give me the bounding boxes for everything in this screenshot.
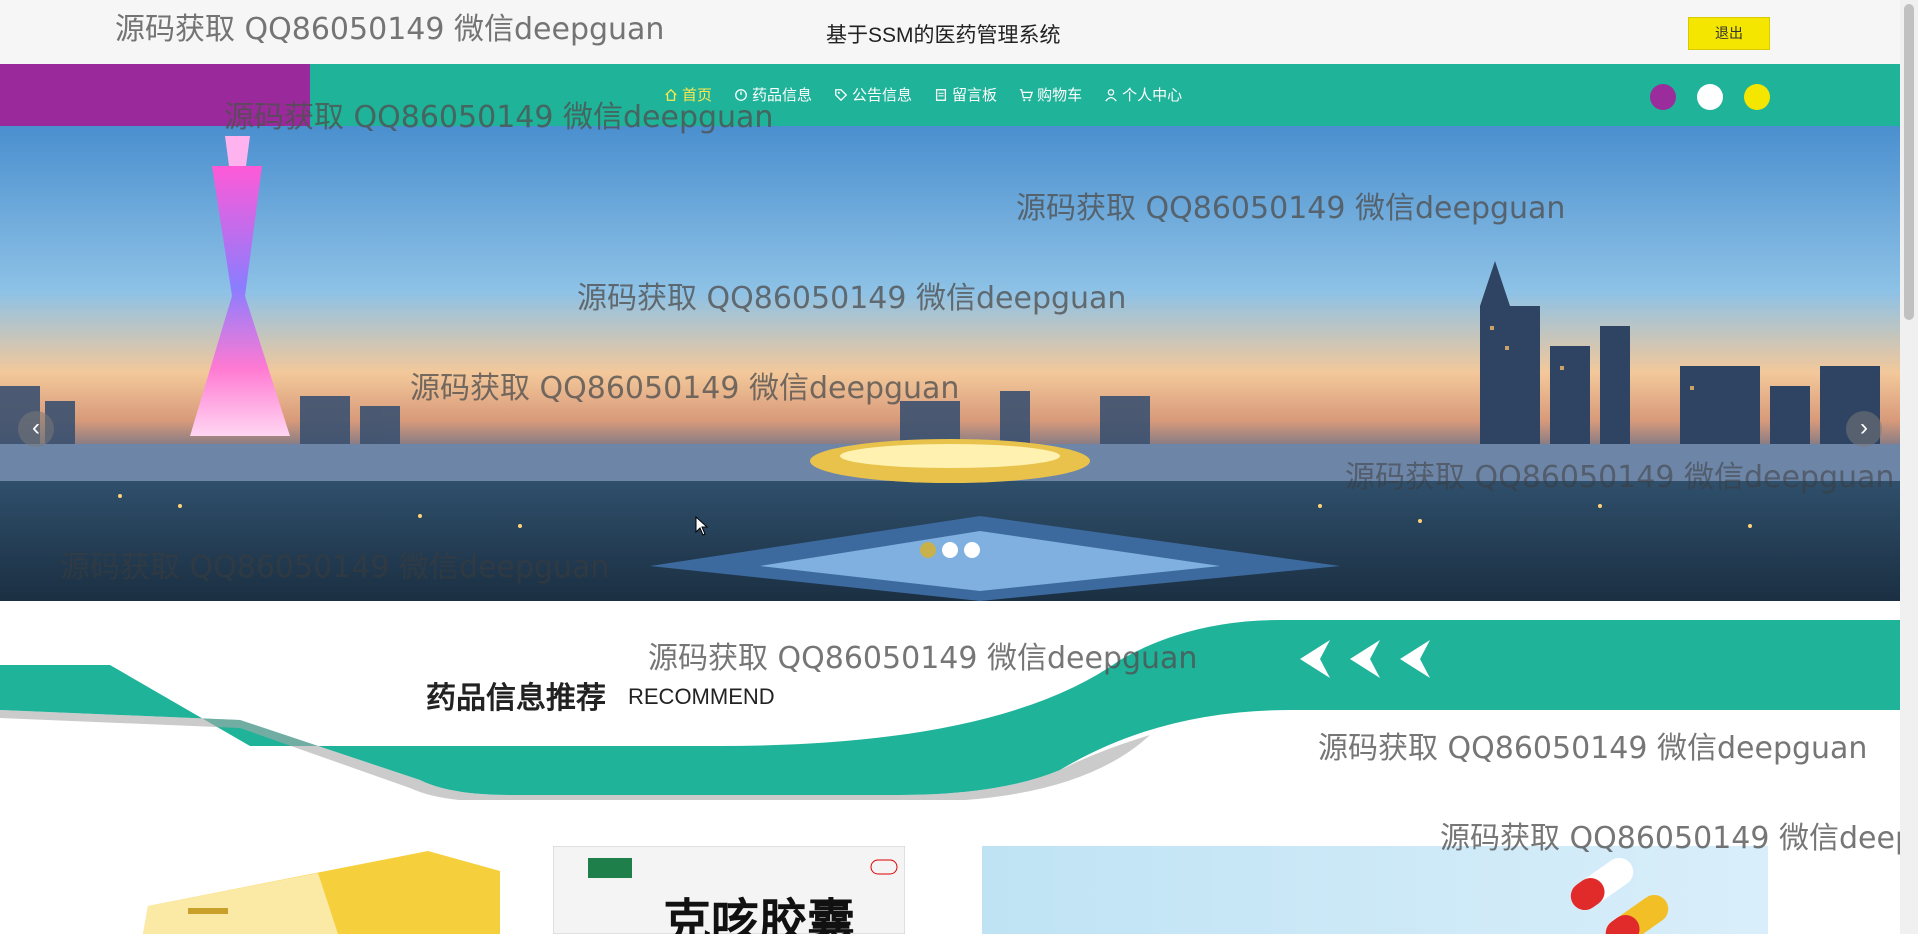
- capsule-pills-image: [982, 846, 1768, 934]
- top-header: 基于SSM的医药管理系统 退出: [0, 0, 1900, 64]
- vertical-scrollbar[interactable]: [1900, 0, 1918, 934]
- nav-item-notice[interactable]: 公告信息: [834, 84, 912, 105]
- nav-item-profile[interactable]: 个人中心: [1104, 84, 1182, 105]
- theme-dot-purple[interactable]: [1650, 84, 1676, 110]
- nav-item-cart[interactable]: 购物车: [1019, 84, 1082, 105]
- recommend-title: 药品信息推荐: [426, 681, 606, 716]
- nav-item-medicine[interactable]: 药品信息: [734, 84, 812, 105]
- scrollbar-thumb[interactable]: [1904, 4, 1914, 320]
- nav-menu: 首页 药品信息 公告信息 留言板 购物车 个人中心: [664, 84, 1204, 105]
- tag-icon: [835, 88, 848, 101]
- nav-item-label: 留言板: [952, 87, 998, 104]
- carousel-dot[interactable]: [920, 542, 936, 558]
- user-icon: [1105, 88, 1117, 102]
- theme-dot-yellow[interactable]: [1744, 84, 1770, 110]
- carousel-indicators: [920, 542, 980, 558]
- recommend-subtitle: RECOMMEND: [628, 684, 775, 709]
- carousel-prev-button[interactable]: ‹: [18, 411, 54, 447]
- mouse-cursor-icon: [695, 516, 709, 536]
- nav-item-label: 公告信息: [852, 87, 913, 104]
- theme-dot-white[interactable]: [1697, 84, 1723, 110]
- carousel-dot[interactable]: [964, 542, 980, 558]
- nav-item-messages[interactable]: 留言板: [934, 84, 997, 105]
- product-card-2[interactable]: 克咳胶囊: [553, 846, 905, 934]
- document-icon: [936, 88, 947, 101]
- site-title: 基于SSM的医药管理系统: [826, 24, 1061, 47]
- home-icon: [665, 88, 677, 101]
- product-name: 克咳胶囊: [663, 894, 856, 934]
- banner-carousel: ‹ ›: [0, 126, 1900, 601]
- carousel-next-button[interactable]: ›: [1846, 411, 1882, 447]
- nav-item-home[interactable]: 首页: [664, 84, 712, 105]
- city-skyline-image: [0, 126, 1900, 601]
- carousel-dot[interactable]: [942, 542, 958, 558]
- product-card-1[interactable]: [128, 846, 500, 934]
- medicine-box-image: [128, 846, 500, 934]
- logout-button[interactable]: 退出: [1688, 17, 1770, 50]
- nav-item-label: 购物车: [1037, 87, 1083, 104]
- nav-item-label: 药品信息: [752, 87, 813, 104]
- product-card-3[interactable]: [982, 846, 1768, 934]
- nav-item-label: 首页: [682, 87, 713, 104]
- clock-icon: [735, 88, 747, 101]
- nav-item-label: 个人中心: [1122, 87, 1183, 104]
- cart-icon: [1019, 88, 1034, 101]
- recommend-section-banner: [0, 620, 1900, 800]
